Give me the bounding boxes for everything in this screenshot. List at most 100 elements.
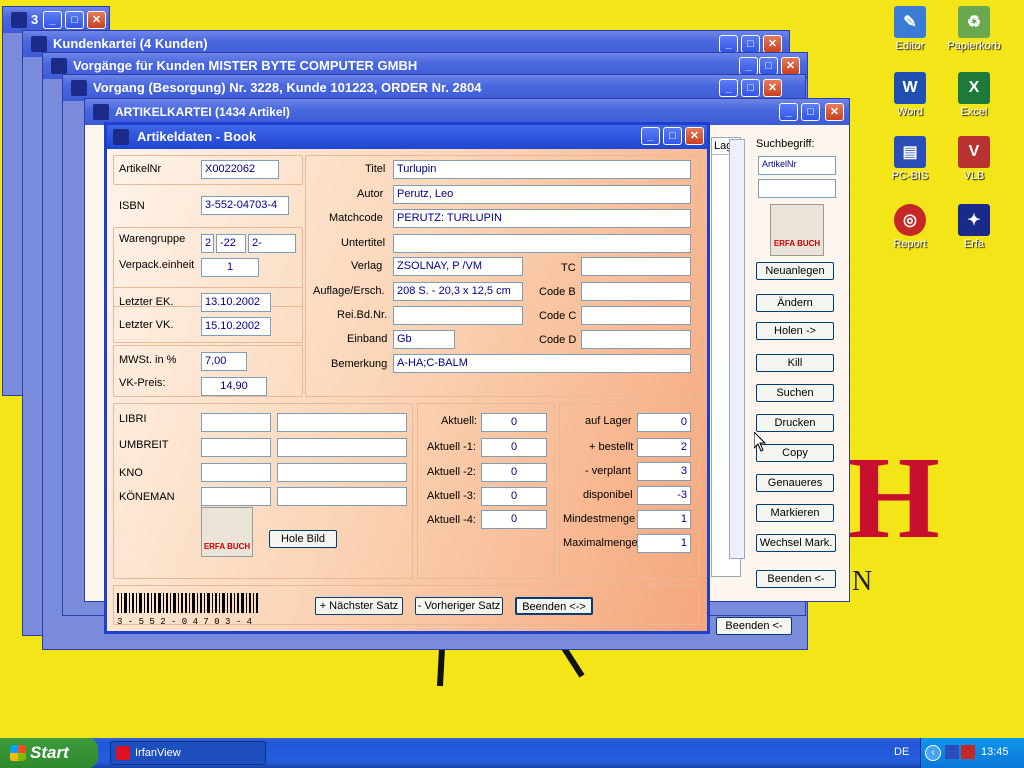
next-record-button[interactable]: + Nächster Satz (315, 597, 403, 615)
desktop-icon-papierkorb[interactable]: ♻ Papierkorb (942, 6, 1006, 52)
maximize-button[interactable]: □ (759, 57, 778, 75)
desktop-icon-pc-bis[interactable]: ▤ PC-BIS (878, 136, 942, 182)
copy-button[interactable]: Copy (756, 444, 834, 462)
supplier-umbreit-field-2[interactable] (277, 438, 407, 457)
stock-field-maximalmenge[interactable]: 1 (637, 534, 691, 553)
matchcode-field[interactable]: PERUTZ: TURLUPIN (393, 209, 691, 228)
close-button[interactable]: ✕ (763, 35, 782, 53)
aktuell-field-1[interactable]: 0 (481, 438, 547, 457)
artikelnr-field[interactable]: X0022062 (201, 160, 279, 179)
maximize-button[interactable]: □ (741, 35, 760, 53)
maximize-button[interactable]: □ (741, 79, 760, 97)
holen-button[interactable]: Holen -> (756, 322, 834, 340)
mwst-field[interactable]: 7,00 (201, 352, 247, 371)
stock-field-verplant[interactable]: 3 (637, 462, 691, 481)
beenden-artikelkartei-button[interactable]: Beenden <- (756, 570, 836, 588)
antivirus-icon[interactable] (961, 745, 975, 759)
stock-field-bestellt[interactable]: 2 (637, 438, 691, 457)
minimize-button[interactable]: _ (641, 127, 660, 145)
desktop-icon-label: Excel (960, 106, 988, 118)
bemerkung-field[interactable]: A-HA;C-BALM (393, 354, 691, 373)
prev-record-button[interactable]: - Vorheriger Satz (415, 597, 503, 615)
artikeldaten-dialog[interactable]: Artikeldaten - Book _ □ ✕ ArtikelNr X002… (104, 122, 710, 634)
maximize-button[interactable]: □ (65, 11, 84, 29)
verpack-field[interactable]: 1 (201, 258, 259, 277)
neuanlegen-button[interactable]: Neuanlegen (756, 262, 834, 280)
markieren-button[interactable]: Markieren (756, 504, 834, 522)
autor-field[interactable]: Perutz, Leo (393, 185, 691, 204)
minimize-button[interactable]: _ (779, 103, 798, 121)
aendern-button[interactable]: Ändern (756, 294, 834, 312)
letzter-ek-field[interactable]: 13.10.2002 (201, 293, 271, 312)
scrollbar[interactable] (729, 139, 745, 559)
aktuell-field-4[interactable]: 0 (481, 510, 547, 529)
supplier-libri-field-1[interactable] (201, 413, 271, 432)
network-icon[interactable] (945, 745, 959, 759)
close-button[interactable]: ✕ (763, 79, 782, 97)
hole-bild-button[interactable]: Hole Bild (269, 530, 337, 548)
show-hidden-icons-icon[interactable]: ‹ (925, 745, 941, 761)
kill-button[interactable]: Kill (756, 354, 834, 372)
language-indicator[interactable]: DE (894, 746, 909, 758)
desktop-icon-report[interactable]: ◎ Report (878, 204, 942, 250)
start-button[interactable]: Start (0, 738, 98, 768)
supplier-koeneman-field-2[interactable] (277, 487, 407, 506)
aktuell-label-0: Aktuell: (441, 415, 478, 427)
desktop-icon-vlb[interactable]: V VLB (942, 136, 1006, 182)
warengruppe-field-3[interactable]: 2- (248, 234, 296, 253)
supplier-koeneman-field-1[interactable] (201, 487, 271, 506)
close-button[interactable]: ✕ (781, 57, 800, 75)
drucken-button[interactable]: Drucken (756, 414, 834, 432)
letzter-vk-field[interactable]: 15.10.2002 (201, 317, 271, 336)
codec-field[interactable] (581, 306, 691, 325)
genaueres-button[interactable]: Genaueres (756, 474, 834, 492)
app-icon (51, 58, 67, 74)
vkpreis-field[interactable]: 14,90 (201, 377, 267, 396)
maximize-button[interactable]: □ (663, 127, 682, 145)
suchbegriff-field[interactable]: ArtikelNr (758, 156, 836, 175)
minimize-button[interactable]: _ (739, 57, 758, 75)
supplier-kno-field-1[interactable] (201, 463, 271, 482)
beenden-dialog-button[interactable]: Beenden <-> (515, 597, 593, 615)
minimize-button[interactable]: _ (719, 79, 738, 97)
einband-field[interactable]: Gb (393, 330, 455, 349)
dialog-titlebar[interactable]: Artikeldaten - Book _ □ ✕ (107, 125, 707, 149)
stock-field-disponibel[interactable]: -3 (637, 486, 691, 505)
desktop-icon-editor[interactable]: ✎ Editor (878, 6, 942, 52)
maximize-button[interactable]: □ (801, 103, 820, 121)
warengruppe-field-2[interactable]: -22 (216, 234, 246, 253)
aktuell-field-3[interactable]: 0 (481, 487, 547, 506)
supplier-umbreit-field-1[interactable] (201, 438, 271, 457)
auflage-field[interactable]: 208 S. - 20,3 x 12,5 cm (393, 282, 523, 301)
close-button[interactable]: ✕ (87, 11, 106, 29)
close-button[interactable]: ✕ (825, 103, 844, 121)
search-input[interactable] (758, 179, 836, 198)
verlag-field[interactable]: ZSOLNAY, P /VM (393, 257, 523, 276)
taskbar-item-irfanview[interactable]: IrfanView (110, 741, 266, 765)
desktop-icon-erfa[interactable]: ✦ Erfa (942, 204, 1006, 250)
aktuell-field-0[interactable]: 0 (481, 413, 547, 432)
reibd-field[interactable] (393, 306, 523, 325)
tc-field[interactable] (581, 257, 691, 276)
suchen-button[interactable]: Suchen (756, 384, 834, 402)
stock-field-lager[interactable]: 0 (637, 413, 691, 432)
aktuell-field-2[interactable]: 0 (481, 463, 547, 482)
beenden-back-button[interactable]: Beenden <- (716, 617, 792, 635)
coded-field[interactable] (581, 330, 691, 349)
close-button[interactable]: ✕ (685, 127, 704, 145)
untertitel-field[interactable] (393, 234, 691, 253)
supplier-kno-field-2[interactable] (277, 463, 407, 482)
minimize-button[interactable]: _ (43, 11, 62, 29)
desktop-icon-excel[interactable]: X Excel (942, 72, 1006, 118)
codeb-field[interactable] (581, 282, 691, 301)
wechsel-mark-button[interactable]: Wechsel Mark. (756, 534, 836, 552)
minimize-button[interactable]: _ (719, 35, 738, 53)
window-title: 3 (31, 12, 39, 27)
titel-field[interactable]: Turlupin (393, 160, 691, 179)
supplier-libri-field-2[interactable] (277, 413, 407, 432)
mouse-cursor-icon (754, 432, 766, 452)
warengruppe-field-1[interactable]: 2 (201, 234, 214, 253)
desktop-icon-word[interactable]: W Word (878, 72, 942, 118)
isbn-field[interactable]: 3-552-04703-4 (201, 196, 289, 215)
stock-field-mindestmenge[interactable]: 1 (637, 510, 691, 529)
